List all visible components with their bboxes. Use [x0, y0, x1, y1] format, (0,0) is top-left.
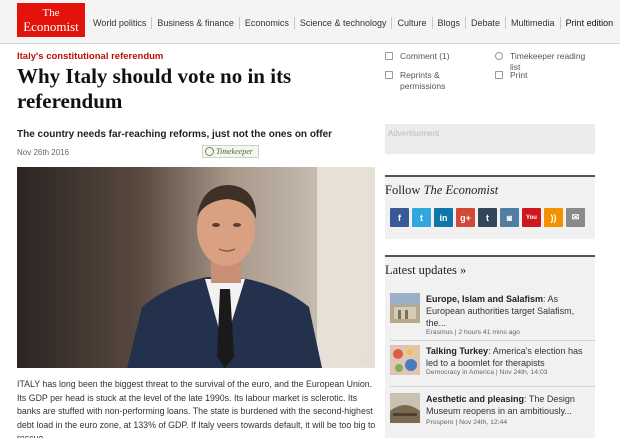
article-body: ITALY has long been the biggest threat t…: [17, 379, 376, 438]
nav-item-business-finance[interactable]: Business & finance: [152, 17, 240, 29]
update-meta-1: Erasmus | 2 hours 41 mins ago: [426, 329, 520, 336]
article-photo: AFP: [17, 167, 375, 368]
youtube-icon[interactable]: You: [522, 208, 541, 227]
update-title-3: Aesthetic and pleasing: [426, 394, 525, 404]
rss-icon[interactable]: )): [544, 208, 563, 227]
print-icon: [495, 71, 503, 79]
update-item[interactable]: Talking Turkey: America's election has l…: [390, 345, 595, 379]
nav-item-blogs[interactable]: Blogs: [433, 17, 467, 29]
article-headline: Why Italy should vote no in its referend…: [17, 64, 292, 113]
update-section-2[interactable]: Democracy in America: [426, 369, 494, 376]
twitter-icon[interactable]: t: [412, 208, 431, 227]
update-time-2: Nov 24th, 14:03: [499, 369, 548, 376]
tumblr-icon[interactable]: t: [478, 208, 497, 227]
email-icon[interactable]: ✉: [566, 208, 585, 227]
article-kicker[interactable]: Italy's constitutional referendum: [17, 51, 163, 62]
update-text-3: Aesthetic and pleasing: The Design Museu…: [426, 393, 596, 417]
comment-label: Comment (1): [400, 51, 450, 61]
nav-item-culture[interactable]: Culture: [392, 17, 433, 29]
section-nav: World politics Business & finance Econom…: [88, 17, 618, 29]
timekeeper-icon: [495, 52, 503, 60]
update-item[interactable]: Aesthetic and pleasing: The Design Museu…: [390, 393, 595, 431]
instagram-icon[interactable]: ◙: [500, 208, 519, 227]
update-time-1: 2 hours 41 mins ago: [458, 329, 520, 336]
logo-line-2: Economist: [23, 19, 79, 34]
update-item[interactable]: Europe, Islam and Salafism: As European …: [390, 293, 595, 337]
photo-illustration: [17, 167, 375, 368]
update-section-3[interactable]: Prospero: [426, 419, 454, 426]
comment-icon: [385, 52, 393, 60]
update-title-1: Europe, Islam and Salafism: [426, 294, 544, 304]
googleplus-icon[interactable]: g+: [456, 208, 475, 227]
update-separator: [390, 386, 595, 387]
photo-credit: AFP: [360, 359, 372, 365]
timekeeper-badge[interactable]: Timekeeper: [202, 145, 259, 158]
article-rubric: The country needs far-reaching reforms, …: [17, 129, 333, 140]
latest-updates-title[interactable]: Latest updates »: [385, 263, 466, 278]
nav-item-debate[interactable]: Debate: [466, 17, 507, 29]
update-text-1: Europe, Islam and Salafism: As European …: [426, 293, 596, 329]
nav-item-multimedia[interactable]: Multimedia: [506, 17, 561, 29]
reprints-icon: [385, 71, 393, 79]
follow-title-prefix: Follow: [385, 183, 424, 197]
economist-logo[interactable]: The Economist: [17, 3, 85, 37]
top-navigation-bar: The Economist World politics Business & …: [0, 0, 620, 44]
update-thumbnail-1: [390, 293, 420, 323]
reprints-label: Reprints & permissions: [400, 70, 446, 91]
timekeeper-clock-icon: [205, 147, 214, 156]
social-icons: f t in g+ t ◙ You)) ✉: [390, 208, 585, 227]
advertisement-slot: Advertisement: [385, 124, 595, 154]
follow-title: Follow The Economist: [385, 183, 498, 198]
update-time-3: Nov 24th, 12:44: [459, 419, 508, 426]
nav-item-science-technology[interactable]: Science & technology: [295, 17, 393, 29]
update-thumbnail-3: [390, 393, 420, 423]
linkedin-icon[interactable]: in: [434, 208, 453, 227]
update-meta-2: Democracy in America | Nov 24th, 14:03: [426, 369, 548, 376]
nav-item-world-politics[interactable]: World politics: [88, 17, 153, 29]
facebook-icon[interactable]: f: [390, 208, 409, 227]
print-link[interactable]: Print: [495, 70, 527, 81]
update-separator: [390, 340, 595, 341]
nav-item-economics[interactable]: Economics: [240, 17, 295, 29]
article-date: Nov 26th 2016: [17, 148, 70, 157]
comment-link[interactable]: Comment (1): [385, 51, 450, 62]
update-meta-3: Prospero | Nov 24th, 12:44: [426, 419, 508, 426]
update-title-2: Talking Turkey: [426, 346, 489, 356]
update-section-1[interactable]: Erasmus: [426, 329, 453, 336]
nav-item-print-edition[interactable]: Print edition: [561, 17, 619, 29]
reprints-link[interactable]: Reprints & permissions: [385, 70, 485, 92]
follow-title-brand: The Economist: [423, 183, 499, 197]
update-thumbnail-2: [390, 345, 420, 375]
timekeeper-badge-label: Timekeeper: [216, 147, 253, 156]
update-text-2: Talking Turkey: America's election has l…: [426, 345, 596, 369]
